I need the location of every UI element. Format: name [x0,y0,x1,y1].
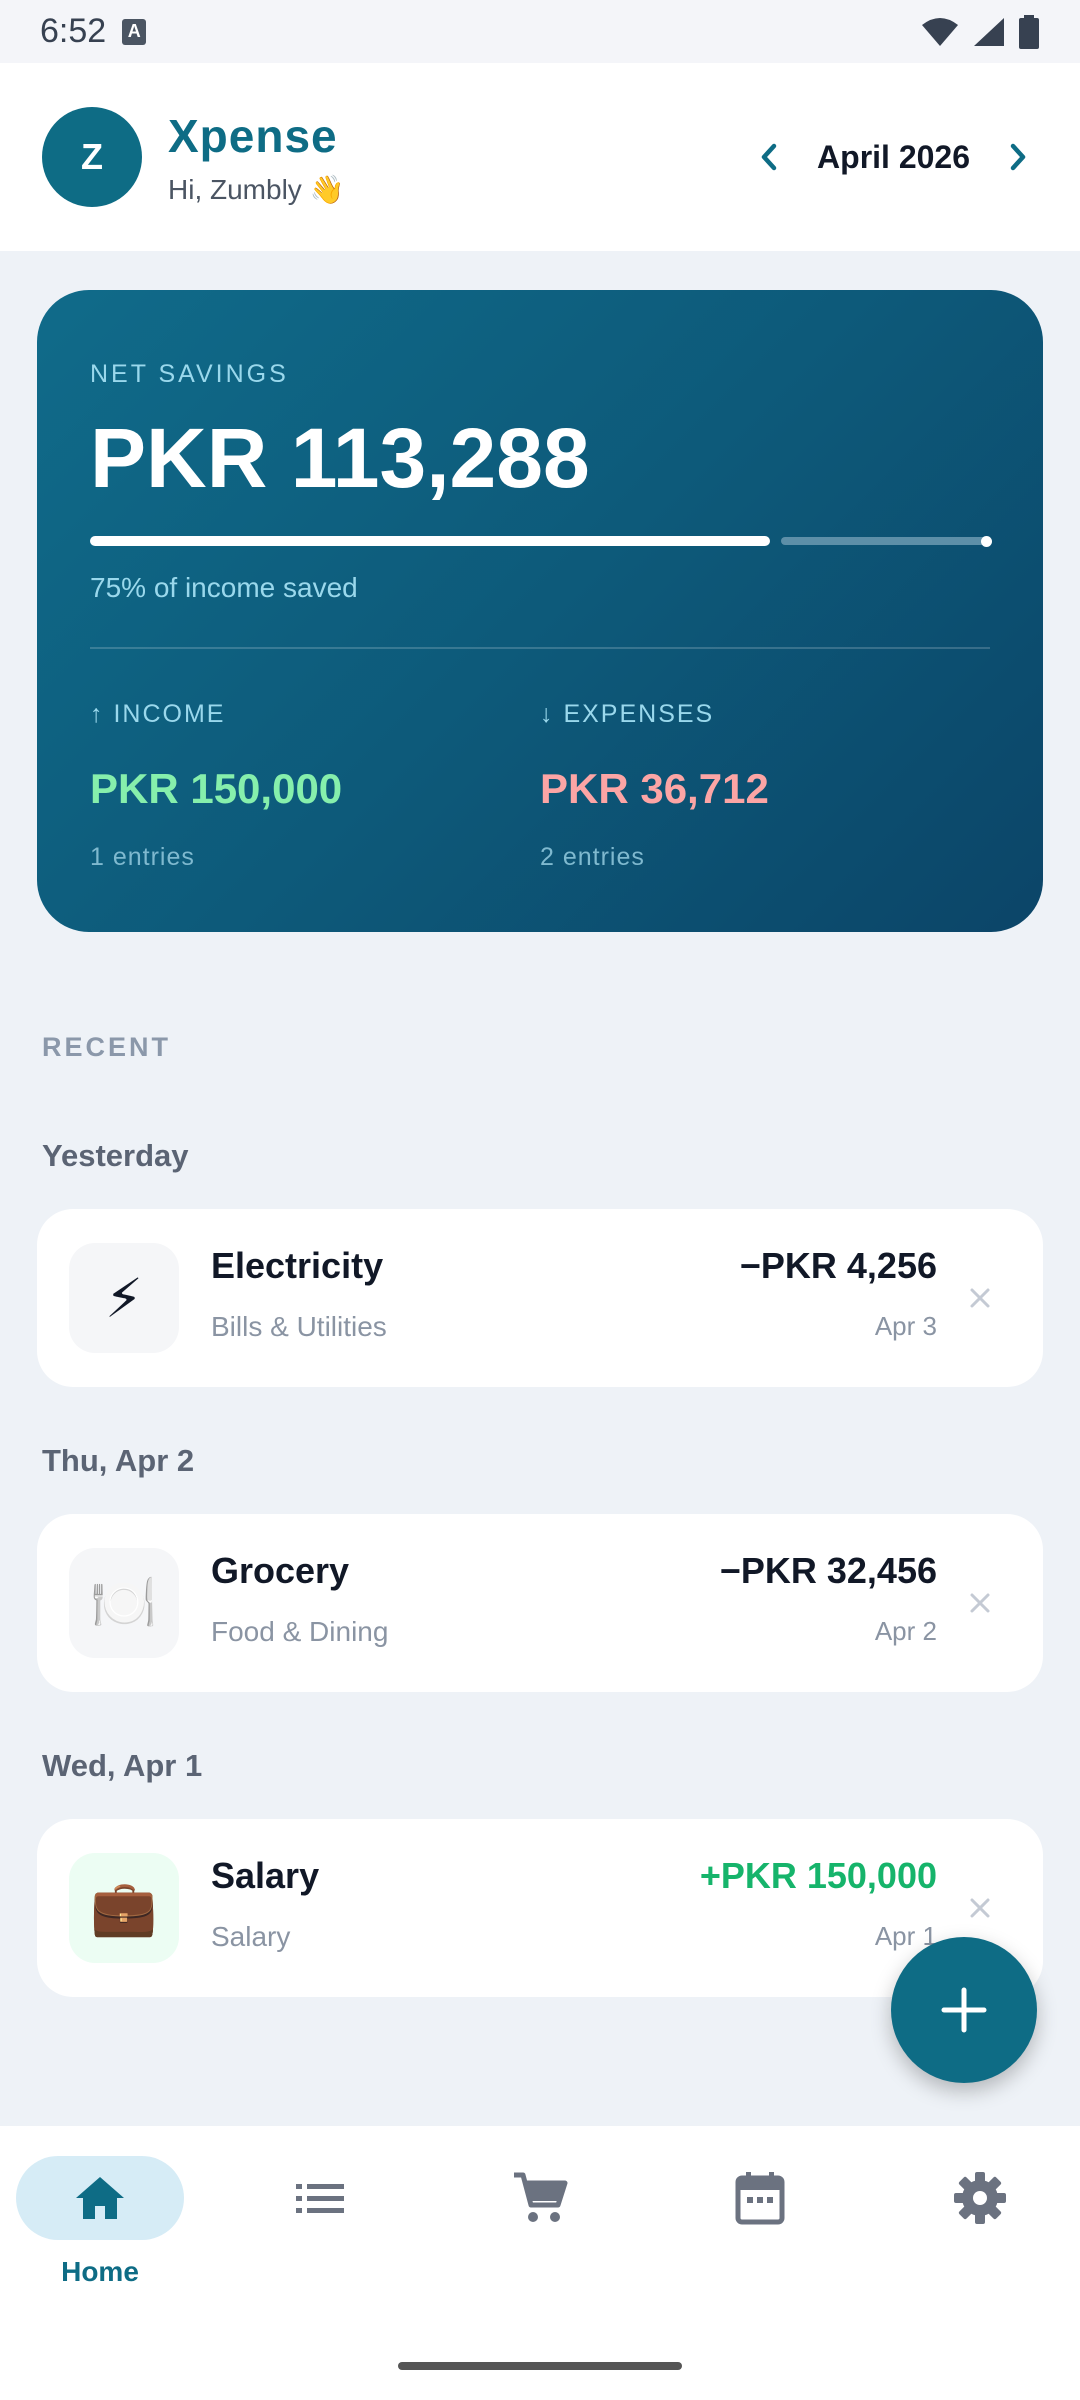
transaction-date: Apr 3 [874,1311,937,1341]
recent-section-title: RECENT [42,1032,172,1062]
savings-progress-fill [90,536,770,546]
signal-icon [974,17,1004,46]
greeting: Hi, Zumbly 👋 [168,173,345,205]
saved-percent-text: 75% of income saved [90,572,358,603]
income-value: PKR 150,000 [90,765,343,812]
month-navigator: April 2026 [749,137,1038,177]
plus-icon [941,1987,987,2033]
briefcase-icon: 💼 [69,1853,179,1963]
app-title: Xpense [168,109,338,162]
bottom-navigation: Home [0,2126,1080,2400]
next-month-button[interactable] [998,137,1038,177]
group-label: Thu, Apr 2 [42,1443,195,1478]
transaction-category: Food & Dining [211,1616,389,1647]
home-indicator[interactable] [398,2362,682,2370]
transaction-title: Salary [211,1855,320,1896]
brand: Xpense Hi, Zumbly 👋 [168,109,344,206]
lightning-icon: ⚡ [69,1243,179,1353]
group-label: Yesterday [42,1138,189,1173]
nav-home[interactable]: Home [10,2156,190,2288]
card-divider [90,647,990,649]
transaction-title: Grocery [211,1550,350,1591]
chevron-left-icon [761,143,777,171]
status-left: 6:52 A [40,12,147,51]
nav-transactions[interactable] [230,2156,410,2240]
list-icon [296,2184,344,2213]
delete-close-icon[interactable] [965,1893,995,1923]
transaction-card[interactable]: 🍽️ Grocery Food & Dining −PKR 32,456 Apr… [37,1514,1043,1692]
chevron-right-icon [1010,143,1026,171]
nav-shopping-pill [456,2156,624,2240]
transaction-category: Bills & Utilities [211,1311,387,1342]
transaction-amount: −PKR 4,256 [739,1245,937,1286]
savings-progress-bar [90,536,992,547]
add-transaction-button[interactable] [891,1937,1037,2083]
wifi-icon [922,17,958,46]
expenses-value: PKR 36,712 [540,765,769,812]
transaction-amount: +PKR 150,000 [699,1855,937,1896]
nav-calendar[interactable] [670,2156,850,2240]
expenses-entries: 2 entries [540,843,645,871]
income-stat: ↑ INCOME PKR 150,000 1 entries [90,700,342,872]
expenses-label: ↓ EXPENSES [540,700,715,728]
income-entries: 1 entries [90,843,195,871]
app-header: Z Xpense Hi, Zumbly 👋 April 2026 [0,63,1080,251]
income-label: ↑ INCOME [90,700,226,728]
battery-icon [1019,14,1039,49]
transaction-card[interactable]: ⚡ Electricity Bills & Utilities −PKR 4,2… [37,1209,1043,1387]
status-time: 6:52 [40,12,107,50]
nav-transactions-pill [236,2156,404,2240]
nav-shopping[interactable] [450,2156,630,2240]
nav-settings-pill [896,2156,1064,2240]
avatar[interactable]: Z [42,107,142,207]
notification-a-icon: A [122,18,147,45]
nav-home-label: Home [61,2256,139,2287]
nav-calendar-pill [676,2156,844,2240]
nav-settings[interactable] [890,2156,1070,2240]
progress-end-dot [981,536,992,547]
transaction-date: Apr 2 [874,1616,937,1646]
plate-icon: 🍽️ [69,1548,179,1658]
savings-progress-remaining [781,536,992,547]
net-savings-card: NET SAVINGS PKR 113,288 75% of income sa… [37,290,1043,932]
transaction-card[interactable]: 💼 Salary Salary +PKR 150,000 Apr 1 [37,1819,1043,1997]
previous-month-button[interactable] [749,137,789,177]
transaction-category: Salary [211,1921,291,1952]
status-icons [920,14,1040,49]
net-savings-value: PKR 113,288 [90,411,590,505]
settings-icon [954,2172,1006,2224]
net-savings-label: NET SAVINGS [90,360,289,388]
delete-close-icon[interactable] [965,1588,995,1618]
status-bar: 6:52 A [0,0,1080,63]
expenses-stat: ↓ EXPENSES PKR 36,712 2 entries [540,700,769,872]
cart-icon [514,2172,568,2222]
calendar-icon [735,2172,785,2225]
group-label: Wed, Apr 1 [42,1748,203,1783]
home-icon [76,2177,124,2219]
transaction-amount: −PKR 32,456 [719,1550,937,1591]
nav-home-pill [16,2156,184,2240]
transaction-title: Electricity [211,1245,384,1286]
current-month: April 2026 [817,138,970,175]
delete-close-icon[interactable] [965,1283,995,1313]
